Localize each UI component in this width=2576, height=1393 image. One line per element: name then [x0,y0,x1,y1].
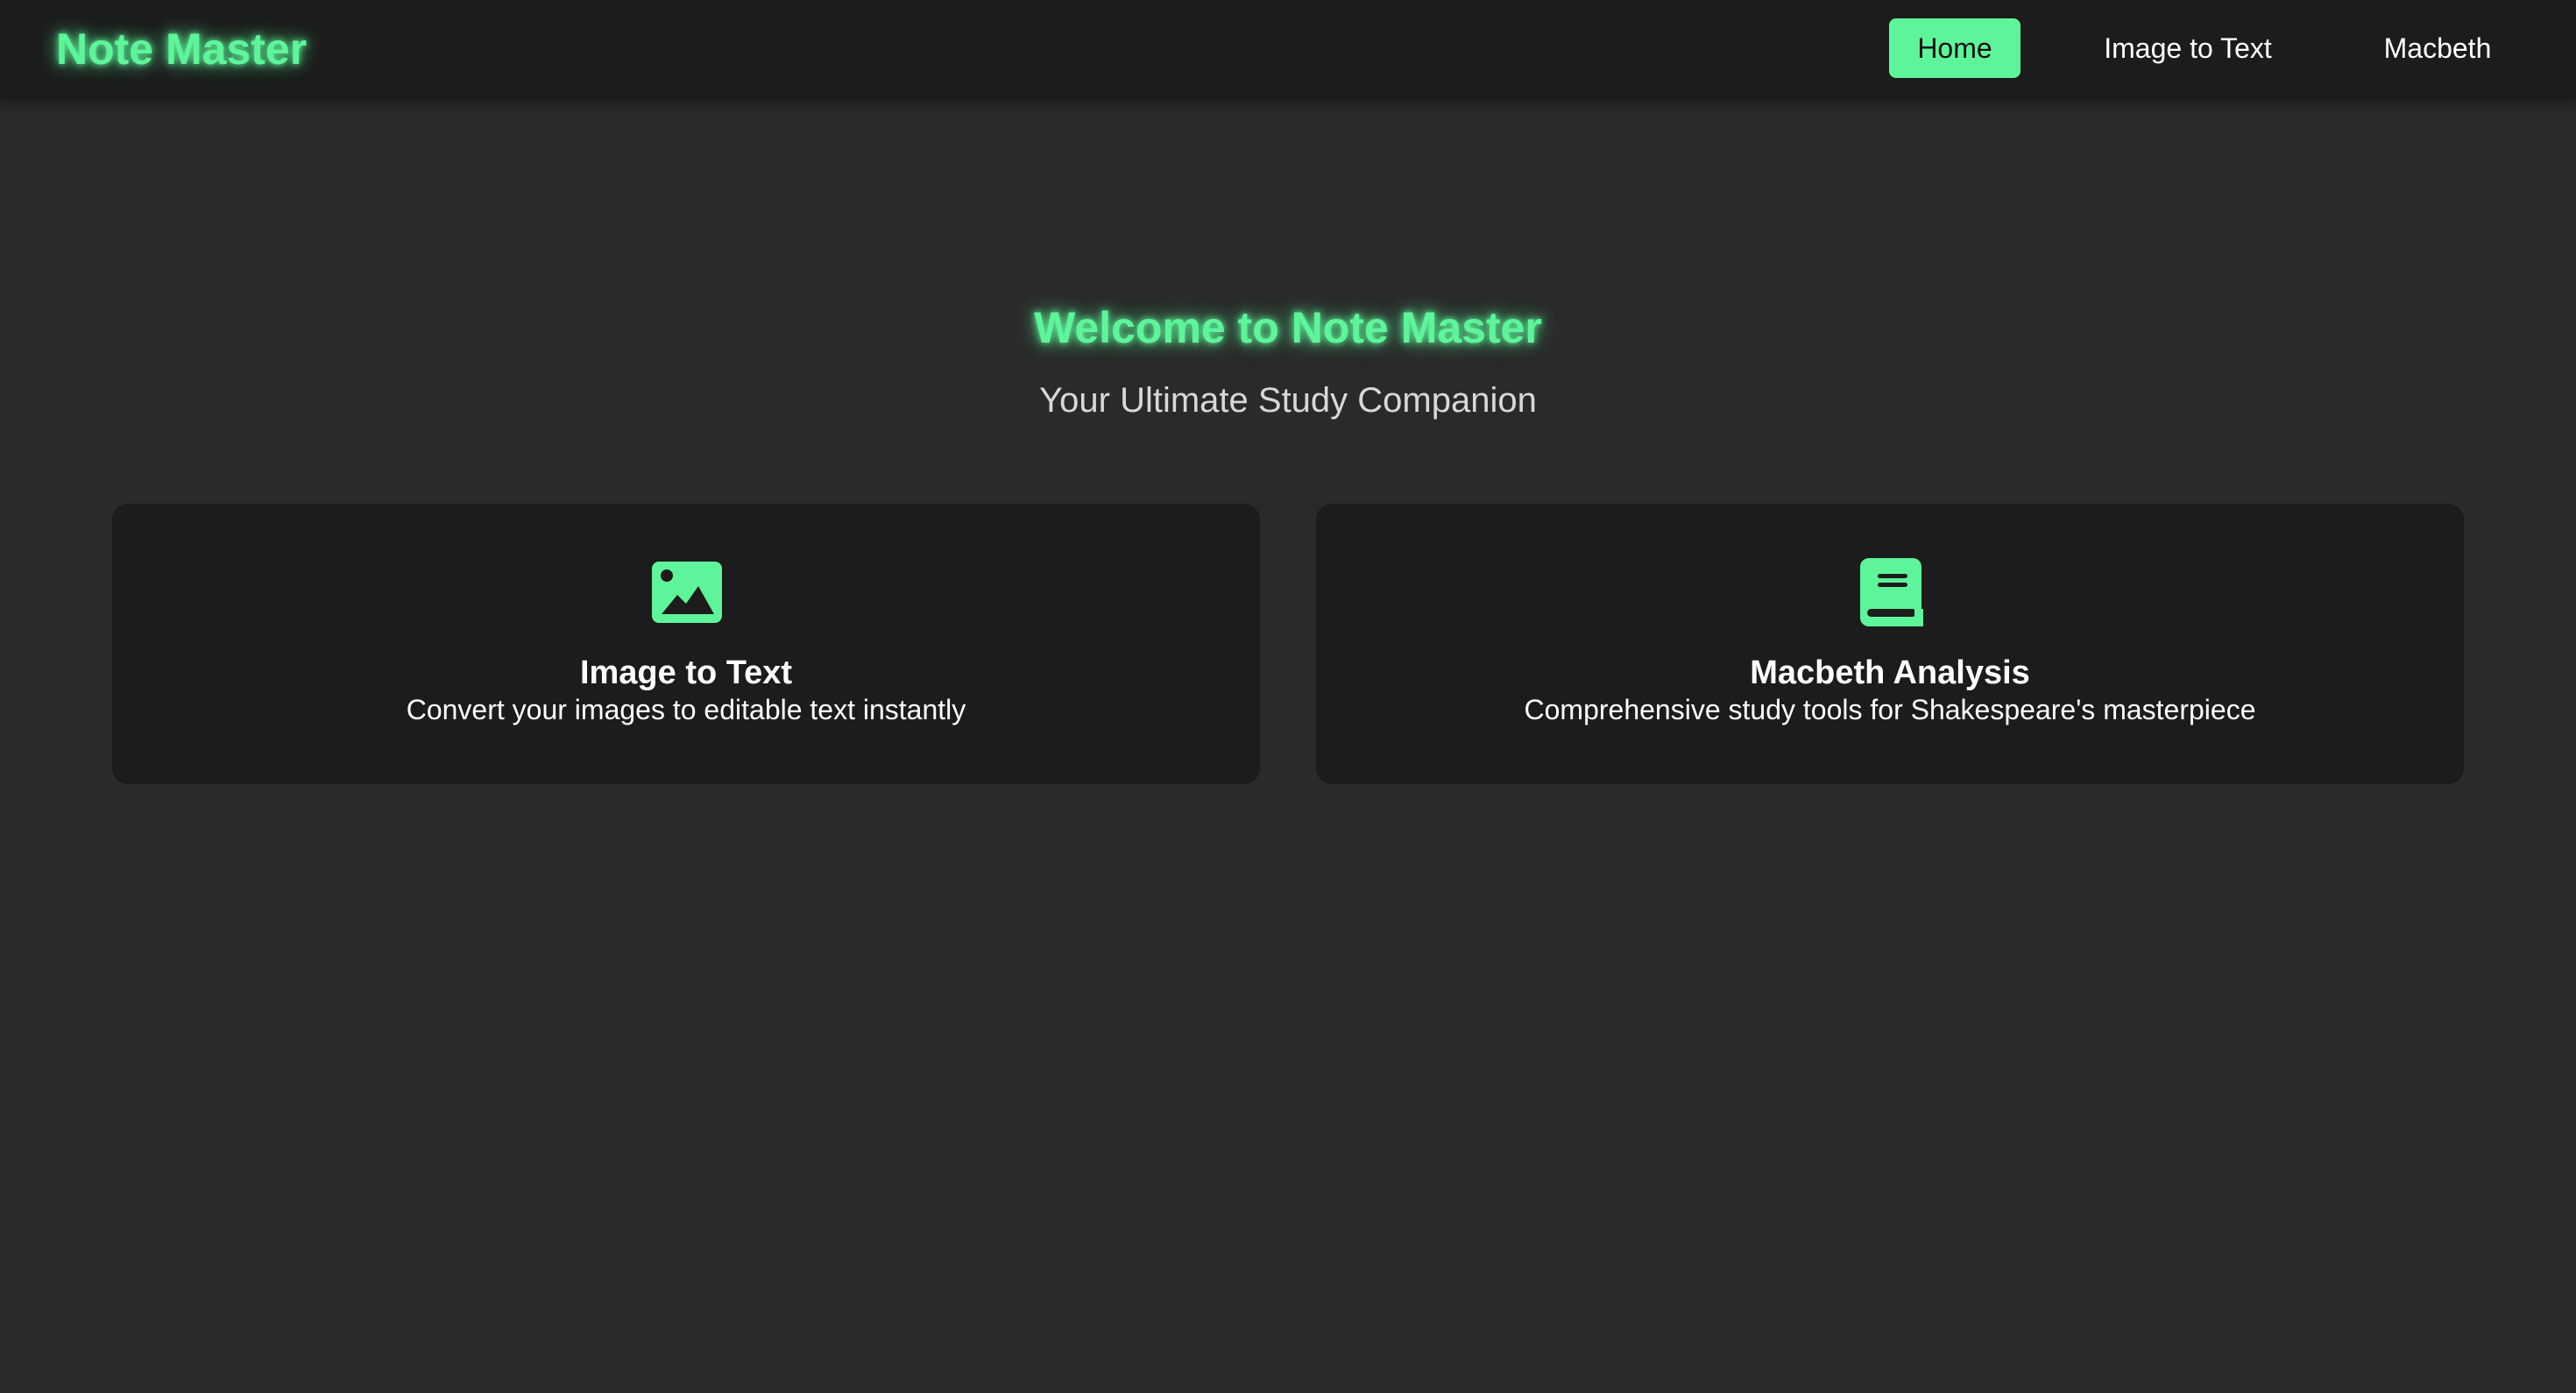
hero-title: Welcome to Note Master [1034,303,1542,352]
book-icon [1860,558,1923,626]
macbeth-analysis-card[interactable]: Macbeth Analysis Comprehensive study too… [1316,504,2464,784]
image-to-text-card[interactable]: Image to Text Convert your images to edi… [112,504,1260,784]
nav-image-to-text-link[interactable]: Image to Text [2078,18,2297,78]
card-description: Comprehensive study tools for Shakespear… [1524,694,2256,725]
nav-home-link[interactable]: Home [1889,18,2020,78]
card-title: Macbeth Analysis [1750,654,2030,691]
card-description: Convert your images to editable text ins… [406,694,966,725]
image-icon [652,562,722,623]
nav-macbeth-link[interactable]: Macbeth [2357,18,2518,78]
card-title: Image to Text [579,654,793,691]
logo[interactable]: Note Master [56,23,307,75]
navbar: Note Master Home Image to Text Macbeth [0,0,2576,100]
hero-subtitle: Your Ultimate Study Companion [1039,381,1537,420]
